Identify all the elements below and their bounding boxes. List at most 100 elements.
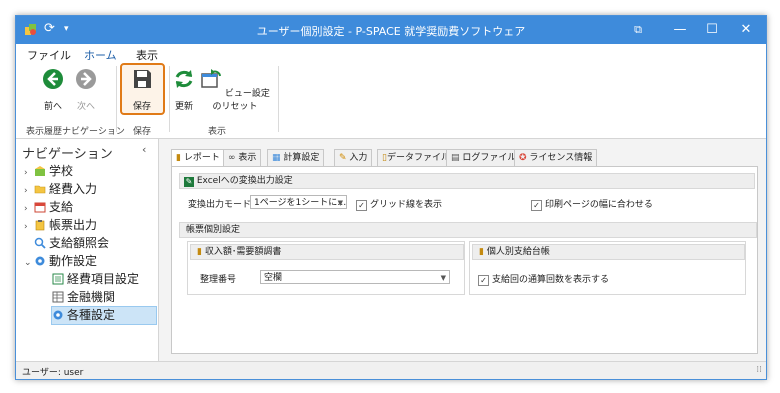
tab-label: 計算設定 [283, 153, 320, 163]
log-icon: ▤ [451, 153, 460, 163]
cumulative-count-label: 支給回の通算回数を表示する [492, 275, 610, 285]
tab-label: レポート [183, 153, 220, 163]
nav-item-label: 金融機関 [67, 290, 116, 304]
expand-arrow-icon[interactable]: › [24, 201, 34, 218]
nav-item-label: 経費入力 [49, 182, 98, 196]
collapse-nav-button[interactable]: ‹ [142, 143, 146, 156]
group-label-view: 表示 [208, 127, 227, 137]
navigation-pane: ナビゲーション ‹ › 学校 › 経費入力 › 支給 › 帳票出力 支給額照会 ⌄ 動作設… [16, 139, 159, 361]
grid-lines-label: グリッド線を表示 [370, 200, 443, 210]
clipboard-icon: ▮ [479, 247, 484, 257]
sort-number-select[interactable]: 空欄 ▼ [260, 270, 450, 284]
close-button[interactable]: ✕ [732, 20, 760, 40]
sort-number-value: 空欄 [264, 273, 283, 283]
medal-icon: ✪ [519, 153, 527, 163]
excel-section-title: Excelへの変換出力設定 [196, 176, 293, 186]
report-tab-panel: ✎ Excelへの変換出力設定 変換出力モード 1ページを1シートに… ▼ ✓ グ… [171, 166, 758, 354]
tab-log-file[interactable]: ▤ ログファイル [446, 149, 522, 167]
menu-file[interactable]: ファイル [27, 47, 71, 63]
reset-view-icon [201, 69, 222, 88]
ribbon-separator [278, 66, 279, 132]
calculator-icon: ▦ [272, 153, 281, 163]
tab-display[interactable]: ∞ 表示 [223, 149, 262, 167]
status-bar: ユーザー: user ⁞⁞ [16, 361, 766, 379]
ledger-section-title: 個人別支給台帳 [486, 247, 550, 257]
clipboard-icon: ▮ [176, 153, 181, 163]
nav-item-payment[interactable]: › 支給 [24, 199, 73, 216]
tab-license[interactable]: ✪ ライセンス情報 [514, 149, 598, 167]
tab-label: ログファイル [462, 153, 517, 163]
expand-arrow-icon[interactable]: › [24, 219, 34, 236]
income-section-header: ▮ 収入額･需要額調書 [190, 244, 464, 260]
grid-lines-checkbox[interactable]: ✓ グリッド線を表示 [356, 197, 442, 211]
clipboard-icon: ▮ [197, 247, 202, 257]
tab-label: データファイル [386, 153, 450, 163]
tab-label: ライセンス情報 [529, 153, 593, 163]
individual-section-header: 帳票個別設定 [179, 222, 757, 238]
nav-item-expense-input[interactable]: › 経費入力 [24, 181, 97, 198]
nav-item-operation-settings[interactable]: ⌄ 動作設定 [24, 253, 97, 270]
expand-arrow-icon[interactable]: › [24, 165, 34, 182]
group-label-nav: 表示履歴ナビゲーション [26, 127, 125, 137]
back-button[interactable]: 前へ [38, 64, 68, 112]
resize-grip-icon[interactable]: ⁞⁞ [756, 365, 762, 375]
navigation-title: ナビゲーション [22, 147, 113, 162]
back-label: 前へ [43, 102, 62, 112]
calendar-icon [34, 202, 46, 213]
nav-item-label: 学校 [49, 164, 74, 178]
clipboard-icon [35, 220, 45, 231]
mode-select[interactable]: 1ページを1シートに… ▼ [250, 195, 347, 209]
reset-view-button[interactable]: ビュー設定のリセット [198, 64, 272, 112]
nav-item-report-output[interactable]: › 帳票出力 [24, 217, 97, 234]
save-button-highlighted[interactable]: 保存 [127, 64, 157, 112]
nav-item-label: 帳票出力 [49, 218, 98, 232]
forward-button[interactable]: 次へ [71, 64, 101, 112]
ledger-section-box: ▮ 個人別支給台帳 ✓ 支給回の通算回数を表示する [469, 241, 746, 295]
cumulative-count-checkbox[interactable]: ✓ 支給回の通算回数を表示する [478, 272, 609, 286]
forward-label: 次へ [76, 102, 95, 112]
collapse-arrow-icon[interactable]: ⌄ [24, 255, 34, 272]
refresh-icon [175, 70, 193, 88]
checkbox-icon: ✓ [478, 275, 489, 286]
menu-view[interactable]: 表示 [136, 47, 158, 63]
fit-page-width-checkbox[interactable]: ✓ 印刷ページの幅に合わせる [531, 197, 653, 211]
restore-window-button[interactable]: ⧉ [624, 20, 652, 40]
expand-arrow-icon[interactable]: › [24, 183, 34, 200]
minimize-button[interactable]: — [666, 20, 694, 40]
title-bar: ⟳ ▾ ユーザー個別設定 - P-SPACE 就学奨励費ソフトウェア ⧉ — ☐… [16, 16, 766, 44]
pencil-icon: ✎ [339, 153, 347, 163]
window-title: ユーザー個別設定 - P-SPACE 就学奨励費ソフトウェア [256, 25, 526, 38]
magnifier-icon [34, 237, 46, 249]
nav-item-expense-settings[interactable]: 経費項目設定 [52, 271, 139, 288]
refresh-label: 更新 [174, 102, 193, 112]
ribbon-separator [116, 66, 117, 132]
status-user: ユーザー: user [22, 368, 84, 378]
settings-content: ▮ レポート ∞ 表示 ▦ 計算設定 ✎ 入力 ▯データファイル ▤ ログファイ… [159, 139, 766, 361]
checkbox-icon: ✓ [531, 200, 542, 211]
chevron-down-icon: ▼ [440, 274, 446, 282]
gear-icon [53, 310, 63, 320]
reset-view-label: ビュー設定のリセット [212, 89, 270, 112]
nav-item-label: 支給 [49, 200, 74, 214]
tab-input[interactable]: ✎ 入力 [334, 149, 373, 167]
mode-label: 変換出力モード [188, 200, 252, 210]
tab-data-file[interactable]: ▯データファイル [377, 149, 455, 167]
tab-label: 入力 [349, 153, 368, 163]
nav-item-payment-inquiry[interactable]: 支給額照会 [34, 235, 109, 252]
school-icon [35, 166, 45, 176]
maximize-button[interactable]: ☐ [698, 20, 726, 40]
nav-item-label: 各種設定 [67, 308, 116, 322]
nav-item-label: 経費項目設定 [67, 272, 140, 286]
chevron-down-icon: ▼ [337, 199, 343, 207]
nav-item-financial-institutions[interactable]: 金融機関 [52, 289, 115, 306]
tab-calculation[interactable]: ▦ 計算設定 [267, 149, 325, 167]
income-section-box: ▮ 収入額･需要額調書 整理番号 空欄 ▼ [187, 241, 465, 295]
refresh-button[interactable]: 更新 [168, 64, 200, 112]
ledger-section-header: ▮ 個人別支給台帳 [472, 244, 745, 260]
glasses-icon: ∞ [228, 153, 236, 163]
list-sheet-icon [52, 273, 64, 285]
checkbox-icon: ✓ [356, 200, 367, 211]
nav-item-school[interactable]: › 学校 [24, 163, 73, 180]
app-window: ⟳ ▾ ユーザー個別設定 - P-SPACE 就学奨励費ソフトウェア ⧉ — ☐… [15, 15, 767, 380]
nav-item-various-settings[interactable]: 各種設定 [51, 306, 157, 325]
